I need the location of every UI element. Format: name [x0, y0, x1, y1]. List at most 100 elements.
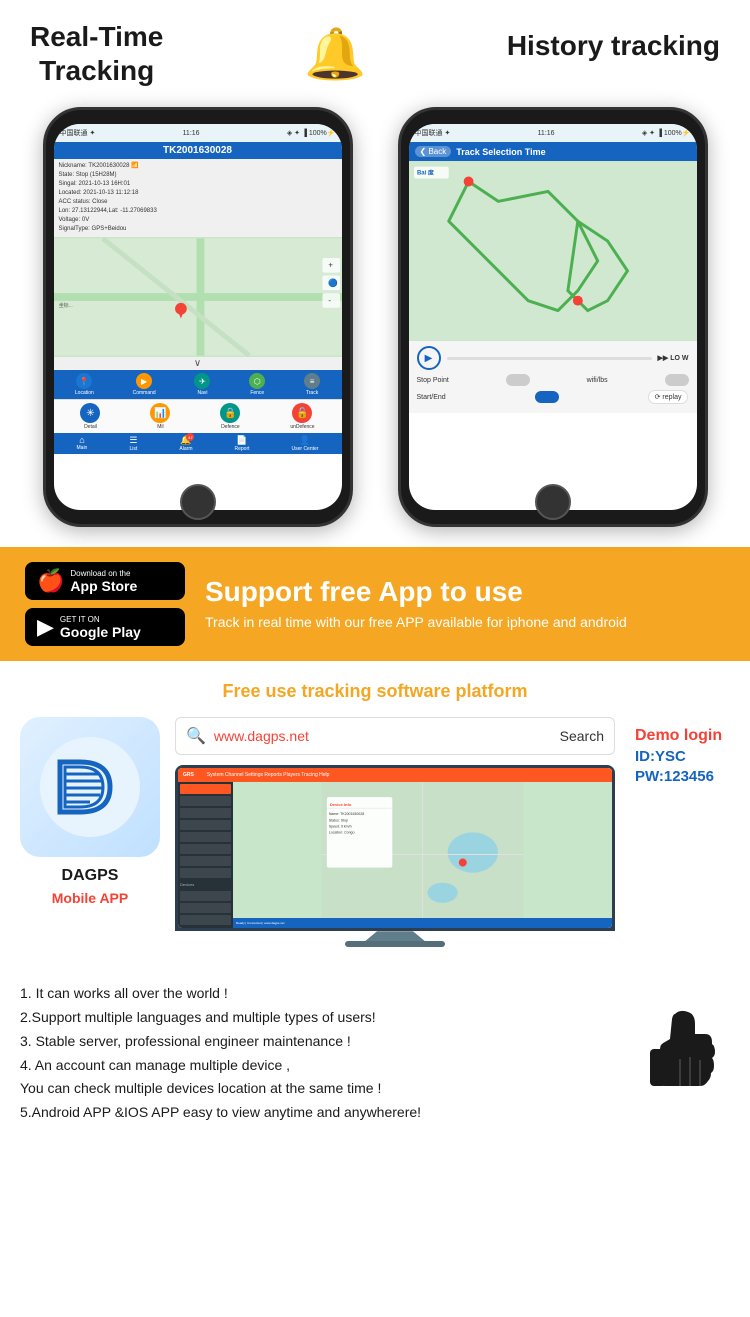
- google-play-icon: ▶: [37, 614, 54, 640]
- monitor-topbar: GRS System Channel Settings Reports Play…: [178, 768, 612, 782]
- svg-text:-: -: [328, 296, 331, 305]
- feature-1: 1. It can works all over the world !: [20, 982, 730, 1006]
- monitor-display: GRS System Channel Settings Reports Play…: [178, 768, 612, 928]
- tab-main[interactable]: ⌂ Main: [77, 435, 88, 452]
- left-phone: 中国联通 ✦ 11:16 ◈ ✦ ▐ 100%⚡ TK2001630028 Ni…: [43, 107, 353, 527]
- action-detail[interactable]: ✳ Detail: [80, 403, 100, 430]
- svg-text:🔵: 🔵: [328, 277, 338, 287]
- top-section: Real-Time Tracking 🔔 History tracking: [0, 0, 750, 97]
- start-end-toggle[interactable]: [535, 391, 559, 403]
- play-button[interactable]: ▶: [417, 346, 441, 370]
- progress-bar[interactable]: [447, 357, 652, 360]
- monitor-map: Device Info Name: TK2001630028 Status: S…: [233, 782, 612, 928]
- back-button[interactable]: ❮ Back: [415, 146, 452, 157]
- expand-btn[interactable]: ∨: [54, 357, 342, 370]
- svg-text:Device Info: Device Info: [330, 802, 352, 807]
- monitor-stand: [365, 931, 425, 941]
- thumbs-up-icon: [620, 1004, 730, 1130]
- right-title: History tracking: [507, 20, 720, 62]
- tab-report[interactable]: 📄 Report: [234, 435, 249, 452]
- thumbs-up-svg: [620, 1004, 730, 1114]
- phones-section: 中国联通 ✦ 11:16 ◈ ✦ ▐ 100%⚡ TK2001630028 Ni…: [0, 97, 750, 547]
- demo-id: ID:YSC: [635, 748, 730, 765]
- start-end-row: Start/End ⟳ replay: [417, 390, 689, 404]
- left-screen-header: TK2001630028: [54, 142, 342, 159]
- demo-pw: PW:123456: [635, 768, 730, 785]
- monitor-base: [345, 941, 445, 947]
- tab-alarm[interactable]: 🔔 47 Alarm: [179, 435, 192, 452]
- right-status-bar: 中国联通 ✦ 11:16 ◈ ✦ ▐ 100%⚡: [409, 124, 697, 142]
- svg-text:Name: TK2001630028: Name: TK2001630028: [329, 812, 364, 816]
- action-undefence[interactable]: 🔓 unDefence: [290, 403, 314, 430]
- svg-text:Status: Stop: Status: Stop: [329, 818, 348, 822]
- search-bar[interactable]: 🔍 www.dagps.net Search: [175, 717, 615, 755]
- yellow-banner: 🍎 Download on the App Store ▶ GET IT ON …: [0, 547, 750, 661]
- left-status-bar: 中国联通 ✦ 11:16 ◈ ✦ ▐ 100%⚡: [54, 124, 342, 142]
- nav-command[interactable]: ▶ Command: [133, 373, 156, 396]
- stop-point-row: Stop Point wifi/lbs: [417, 374, 689, 386]
- bell-icon: 🔔: [304, 20, 366, 84]
- search-url: www.dagps.net: [214, 728, 560, 744]
- store-buttons: 🍎 Download on the App Store ▶ GET IT ON …: [25, 562, 185, 646]
- alarm-badge: 47: [186, 433, 194, 441]
- nav-location[interactable]: 📍 Location: [75, 373, 94, 396]
- action-defence[interactable]: 🔒 Defence: [220, 403, 240, 430]
- app-store-text: Download on the App Store: [70, 569, 137, 594]
- replay-button[interactable]: ⟳ replay: [648, 390, 689, 404]
- left-phone-screen: 中国联通 ✦ 11:16 ◈ ✦ ▐ 100%⚡ TK2001630028 Ni…: [54, 124, 342, 510]
- app-store-button[interactable]: 🍎 Download on the App Store: [25, 562, 185, 600]
- right-platform: 🔍 www.dagps.net Search GRS System Channe…: [175, 717, 615, 947]
- apple-icon: 🍎: [37, 568, 64, 594]
- monitor-ui: GRS System Channel Settings Reports Play…: [178, 768, 612, 928]
- banner-sub-text: Track in real time with our free APP ava…: [205, 613, 725, 633]
- action-mil[interactable]: 📊 Mil: [150, 403, 170, 430]
- home-button-right[interactable]: [535, 484, 571, 520]
- google-play-button[interactable]: ▶ GET IT ON Google Play: [25, 608, 185, 646]
- stop-point-toggle[interactable]: [506, 374, 530, 386]
- banner-main-text: Support free App to use: [205, 576, 725, 608]
- right-phone-screen: 中国联通 ✦ 11:16 ◈ ✦ ▐ 100%⚡ ❮ Back Track Se…: [409, 124, 697, 510]
- app-name: DAGPS: [62, 867, 119, 885]
- svg-text:Location: Congo: Location: Congo: [329, 831, 355, 835]
- search-icon: 🔍: [186, 726, 206, 746]
- right-phone-frame: 中国联通 ✦ 11:16 ◈ ✦ ▐ 100%⚡ ❮ Back Track Se…: [398, 107, 708, 527]
- wifi-lbs-label: wifi/lbs: [587, 377, 608, 384]
- google-play-text: GET IT ON Google Play: [60, 615, 141, 640]
- app-logo: [20, 717, 160, 857]
- banner-text: Support free App to use Track in real ti…: [205, 576, 725, 633]
- demo-info: Demo login ID:YSC PW:123456: [630, 727, 730, 785]
- tab-list[interactable]: ☰ List: [129, 435, 137, 452]
- dagps-logo-svg: [35, 732, 145, 842]
- left-phone-frame: 中国联通 ✦ 11:16 ◈ ✦ ▐ 100%⚡ TK2001630028 Ni…: [43, 107, 353, 527]
- platform-content: DAGPS Mobile APP 🔍 www.dagps.net Search: [20, 717, 730, 947]
- left-info-panel: Nickname: TK2001630028 📶 State: Stop (15…: [54, 159, 342, 237]
- stop-point-label: Stop Point: [417, 377, 449, 384]
- nav-track[interactable]: ≡ Track: [304, 373, 320, 396]
- nav-row: 📍 Location ▶ Command ✈ Navi ⬡ Fence: [54, 370, 342, 399]
- tab-user-center[interactable]: 👤 User Center: [292, 435, 319, 452]
- platform-title: Free use tracking software platform: [20, 681, 730, 702]
- track-controls: ▶ ▶▶ LO W Stop Point wifi/lbs Start/End: [409, 341, 697, 413]
- platform-section: Free use tracking software platform: [0, 661, 750, 967]
- play-row: ▶ ▶▶ LO W: [417, 346, 689, 370]
- start-end-label: Start/End: [417, 394, 446, 401]
- nav-navi[interactable]: ✈ Navi: [194, 373, 210, 396]
- wifi-lbs-toggle[interactable]: [665, 374, 689, 386]
- features-section: 1. It can works all over the world ! 2.S…: [0, 967, 750, 1140]
- tab-bar: ⌂ Main ☰ List 🔔 47 Alarm 📄 Report: [54, 433, 342, 454]
- app-logo-area: DAGPS Mobile APP: [20, 717, 160, 906]
- svg-text:Bai 度: Bai 度: [416, 169, 433, 177]
- svg-text:+: +: [328, 261, 333, 270]
- nav-fence[interactable]: ⬡ Fence: [249, 373, 265, 396]
- right-screen-header: ❮ Back Track Selection Time: [409, 142, 697, 161]
- search-button[interactable]: Search: [560, 728, 604, 744]
- speed-label: ▶▶ LO W: [658, 354, 689, 362]
- svg-text:坐标...: 坐标...: [58, 302, 72, 309]
- home-button-left[interactable]: [180, 484, 216, 520]
- action-row: ✳ Detail 📊 Mil 🔒 Defence 🔓 unDefence: [54, 399, 342, 433]
- left-map: 坐标... + 🔵 -: [54, 237, 342, 357]
- right-map: Bai 度: [409, 161, 697, 341]
- svg-text:Speed: 0 km/h: Speed: 0 km/h: [329, 824, 352, 828]
- right-phone: 中国联通 ✦ 11:16 ◈ ✦ ▐ 100%⚡ ❮ Back Track Se…: [398, 107, 708, 527]
- demo-title: Demo login: [635, 727, 730, 745]
